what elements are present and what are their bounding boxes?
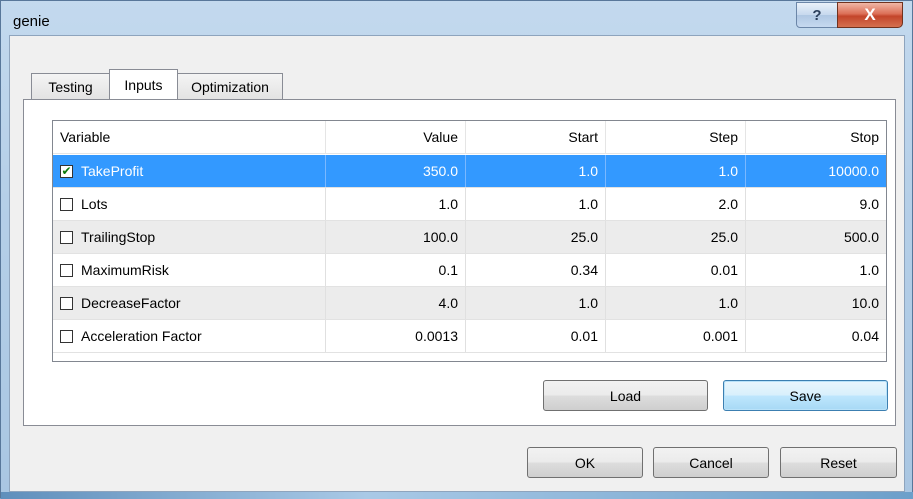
variable-cell: ✔ TakeProfit [53, 155, 326, 187]
value-cell[interactable]: 100.0 [326, 221, 466, 253]
cancel-button[interactable]: Cancel [653, 447, 769, 478]
start-cell[interactable]: 1.0 [466, 188, 606, 220]
value-cell[interactable]: 1.0 [326, 188, 466, 220]
start-cell[interactable]: 0.34 [466, 254, 606, 286]
stop-cell[interactable]: 500.0 [746, 221, 886, 253]
stop-cell[interactable]: 9.0 [746, 188, 886, 220]
close-icon: X [864, 5, 876, 24]
column-header-stop[interactable]: Stop [746, 121, 886, 154]
close-button[interactable]: X [837, 2, 903, 28]
save-button[interactable]: Save [723, 380, 888, 411]
row-checkbox[interactable] [60, 263, 73, 277]
variable-name: TakeProfit [81, 163, 144, 179]
variable-cell: Acceleration Factor [53, 320, 326, 352]
row-checkbox[interactable]: ✔ [60, 163, 73, 178]
variable-name: DecreaseFactor [81, 295, 181, 311]
tab-testing[interactable]: Testing [31, 73, 110, 99]
value-cell[interactable]: 0.1 [326, 254, 466, 286]
row-checkbox[interactable] [60, 197, 73, 211]
column-header-value[interactable]: Value [326, 121, 466, 154]
stop-cell[interactable]: 1.0 [746, 254, 886, 286]
window-title: genie [13, 13, 50, 30]
ok-button[interactable]: OK [527, 447, 643, 478]
help-button[interactable]: ? [796, 2, 838, 28]
table-row[interactable]: ✔ TakeProfit 350.0 1.0 1.0 10000.0 [53, 155, 886, 188]
variable-name: Lots [81, 196, 108, 212]
step-cell[interactable]: 2.0 [606, 188, 746, 220]
start-cell[interactable]: 1.0 [466, 287, 606, 319]
variable-cell: MaximumRisk [53, 254, 326, 286]
start-cell[interactable]: 1.0 [466, 155, 606, 187]
value-cell[interactable]: 0.0013 [326, 320, 466, 352]
stop-cell[interactable]: 10000.0 [746, 155, 886, 187]
tab-label: Optimization [191, 78, 269, 95]
reset-button[interactable]: Reset [780, 447, 897, 478]
start-cell[interactable]: 25.0 [466, 221, 606, 253]
value-cell[interactable]: 4.0 [326, 287, 466, 319]
column-header-variable[interactable]: Variable [53, 121, 326, 154]
value-cell[interactable]: 350.0 [326, 155, 466, 187]
grid-header: Variable Value Start Step Stop [53, 121, 886, 154]
step-cell[interactable]: 0.01 [606, 254, 746, 286]
inputs-grid: Variable Value Start Step Stop ✔ TakePro… [52, 120, 887, 362]
step-cell[interactable]: 25.0 [606, 221, 746, 253]
variable-cell: DecreaseFactor [53, 287, 326, 319]
step-cell[interactable]: 0.001 [606, 320, 746, 352]
check-icon: ✔ [61, 163, 72, 178]
variable-cell: TrailingStop [53, 221, 326, 253]
column-header-step[interactable]: Step [606, 121, 746, 154]
row-checkbox[interactable] [60, 230, 73, 244]
dialog-window: genie ? X Testing Inputs Optimization Va… [0, 0, 913, 499]
start-cell[interactable]: 0.01 [466, 320, 606, 352]
stop-cell[interactable]: 0.04 [746, 320, 886, 352]
row-checkbox[interactable] [60, 329, 73, 343]
step-cell[interactable]: 1.0 [606, 155, 746, 187]
variable-name: TrailingStop [81, 229, 156, 245]
load-button[interactable]: Load [543, 380, 708, 411]
table-row[interactable]: TrailingStop 100.0 25.0 25.0 500.0 [53, 221, 886, 254]
variable-name: Acceleration Factor [81, 328, 202, 344]
stop-cell[interactable]: 10.0 [746, 287, 886, 319]
column-header-start[interactable]: Start [466, 121, 606, 154]
help-icon: ? [812, 6, 822, 24]
row-checkbox[interactable] [60, 296, 73, 310]
tab-optimization[interactable]: Optimization [177, 73, 283, 99]
table-row[interactable]: Lots 1.0 1.0 2.0 9.0 [53, 188, 886, 221]
table-row[interactable]: DecreaseFactor 4.0 1.0 1.0 10.0 [53, 287, 886, 320]
tab-inputs[interactable]: Inputs [109, 69, 178, 99]
tab-label: Inputs [124, 76, 163, 93]
tab-label: Testing [48, 78, 93, 95]
table-row[interactable]: MaximumRisk 0.1 0.34 0.01 1.0 [53, 254, 886, 287]
step-cell[interactable]: 1.0 [606, 287, 746, 319]
variable-name: MaximumRisk [81, 262, 169, 278]
variable-cell: Lots [53, 188, 326, 220]
table-row[interactable]: Acceleration Factor 0.0013 0.01 0.001 0.… [53, 320, 886, 353]
